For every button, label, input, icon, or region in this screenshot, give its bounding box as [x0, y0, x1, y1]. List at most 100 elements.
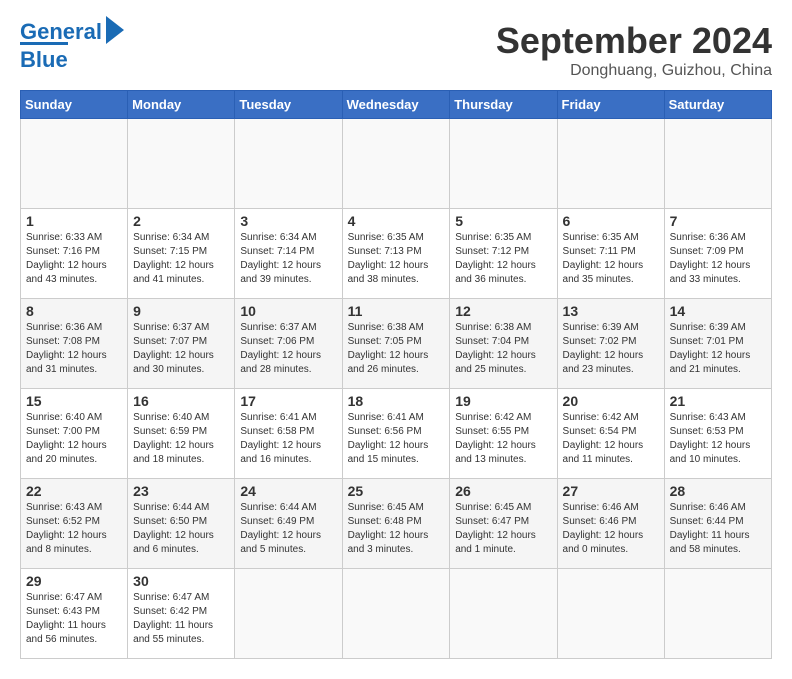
logo: General Blue [20, 20, 124, 73]
calendar-cell [128, 119, 235, 209]
day-info: Sunrise: 6:39 AM Sunset: 7:02 PM Dayligh… [563, 321, 659, 377]
day-info: Sunrise: 6:47 AM Sunset: 6:42 PM Dayligh… [133, 591, 229, 647]
day-number: 2 [133, 213, 229, 229]
calendar-cell: 27 Sunrise: 6:46 AM Sunset: 6:46 PM Dayli… [557, 479, 664, 569]
day-info: Sunrise: 6:36 AM Sunset: 7:09 PM Dayligh… [670, 231, 766, 287]
day-info: Sunrise: 6:36 AM Sunset: 7:08 PM Dayligh… [26, 321, 122, 377]
calendar-cell: 7 Sunrise: 6:36 AM Sunset: 7:09 PM Daylig… [664, 209, 771, 299]
day-number: 11 [348, 303, 445, 319]
logo-blue-text: Blue [20, 42, 68, 73]
day-info: Sunrise: 6:45 AM Sunset: 6:47 PM Dayligh… [455, 501, 551, 557]
logo-text: General [20, 20, 102, 44]
calendar-cell: 1 Sunrise: 6:33 AM Sunset: 7:16 PM Daylig… [21, 209, 128, 299]
calendar-cell: 8Sunrise: 6:36 AM Sunset: 7:08 PM Daylig… [21, 299, 128, 389]
calendar-cell: 20 Sunrise: 6:42 AM Sunset: 6:54 PM Dayli… [557, 389, 664, 479]
calendar-cell [450, 119, 557, 209]
day-number: 20 [563, 393, 659, 409]
calendar-week-row [21, 119, 772, 209]
day-info: Sunrise: 6:41 AM Sunset: 6:56 PM Dayligh… [348, 411, 445, 467]
day-number: 15 [26, 393, 122, 409]
calendar-cell [342, 119, 450, 209]
calendar-cell: 12 Sunrise: 6:38 AM Sunset: 7:04 PM Dayli… [450, 299, 557, 389]
calendar-week-row: 8Sunrise: 6:36 AM Sunset: 7:08 PM Daylig… [21, 299, 772, 389]
col-thursday: Thursday [450, 91, 557, 119]
day-info: Sunrise: 6:39 AM Sunset: 7:01 PM Dayligh… [670, 321, 766, 377]
day-info: Sunrise: 6:41 AM Sunset: 6:58 PM Dayligh… [240, 411, 336, 467]
calendar-cell: 14Sunrise: 6:39 AM Sunset: 7:01 PM Dayli… [664, 299, 771, 389]
calendar-cell [342, 569, 450, 659]
calendar-cell [235, 569, 342, 659]
day-info: Sunrise: 6:37 AM Sunset: 7:06 PM Dayligh… [240, 321, 336, 377]
col-monday: Monday [128, 91, 235, 119]
day-number: 16 [133, 393, 229, 409]
day-number: 1 [26, 213, 122, 229]
calendar-week-row: 29Sunrise: 6:47 AM Sunset: 6:43 PM Dayli… [21, 569, 772, 659]
day-number: 19 [455, 393, 551, 409]
calendar-cell: 17 Sunrise: 6:41 AM Sunset: 6:58 PM Dayli… [235, 389, 342, 479]
calendar-cell: 28 Sunrise: 6:46 AM Sunset: 6:44 PM Dayli… [664, 479, 771, 569]
calendar-cell [557, 569, 664, 659]
day-number: 12 [455, 303, 551, 319]
day-info: Sunrise: 6:47 AM Sunset: 6:43 PM Dayligh… [26, 591, 122, 647]
day-number: 17 [240, 393, 336, 409]
day-info: Sunrise: 6:46 AM Sunset: 6:46 PM Dayligh… [563, 501, 659, 557]
month-title: September 2024 [496, 20, 772, 62]
calendar-cell: 19 Sunrise: 6:42 AM Sunset: 6:55 PM Dayli… [450, 389, 557, 479]
title-area: September 2024 Donghuang, Guizhou, China [496, 20, 772, 80]
day-number: 26 [455, 483, 551, 499]
day-info: Sunrise: 6:46 AM Sunset: 6:44 PM Dayligh… [670, 501, 766, 557]
day-number: 24 [240, 483, 336, 499]
calendar-cell: 2 Sunrise: 6:34 AM Sunset: 7:15 PM Daylig… [128, 209, 235, 299]
day-number: 30 [133, 573, 229, 589]
calendar-cell: 15 Sunrise: 6:40 AM Sunset: 7:00 PM Dayli… [21, 389, 128, 479]
calendar-cell: 4Sunrise: 6:35 AM Sunset: 7:13 PM Daylig… [342, 209, 450, 299]
day-number: 21 [670, 393, 766, 409]
calendar-cell: 26 Sunrise: 6:45 AM Sunset: 6:47 PM Dayli… [450, 479, 557, 569]
day-info: Sunrise: 6:45 AM Sunset: 6:48 PM Dayligh… [348, 501, 445, 557]
page-header: General Blue September 2024 Donghuang, G… [20, 20, 772, 80]
col-saturday: Saturday [664, 91, 771, 119]
calendar-table: Sunday Monday Tuesday Wednesday Thursday… [20, 90, 772, 659]
calendar-cell: 23Sunrise: 6:44 AM Sunset: 6:50 PM Dayli… [128, 479, 235, 569]
calendar-cell [664, 569, 771, 659]
col-sunday: Sunday [21, 91, 128, 119]
calendar-cell: 24 Sunrise: 6:44 AM Sunset: 6:49 PM Dayli… [235, 479, 342, 569]
day-info: Sunrise: 6:33 AM Sunset: 7:16 PM Dayligh… [26, 231, 122, 287]
day-info: Sunrise: 6:40 AM Sunset: 7:00 PM Dayligh… [26, 411, 122, 467]
day-number: 5 [455, 213, 551, 229]
day-number: 23 [133, 483, 229, 499]
calendar-cell [21, 119, 128, 209]
day-number: 28 [670, 483, 766, 499]
day-info: Sunrise: 6:35 AM Sunset: 7:11 PM Dayligh… [563, 231, 659, 287]
calendar-cell [450, 569, 557, 659]
day-number: 22 [26, 483, 122, 499]
calendar-week-row: 15 Sunrise: 6:40 AM Sunset: 7:00 PM Dayli… [21, 389, 772, 479]
col-wednesday: Wednesday [342, 91, 450, 119]
calendar-cell: 18Sunrise: 6:41 AM Sunset: 6:56 PM Dayli… [342, 389, 450, 479]
calendar-cell: 30 Sunrise: 6:47 AM Sunset: 6:42 PM Dayli… [128, 569, 235, 659]
calendar-cell: 9Sunrise: 6:37 AM Sunset: 7:07 PM Daylig… [128, 299, 235, 389]
day-info: Sunrise: 6:44 AM Sunset: 6:49 PM Dayligh… [240, 501, 336, 557]
calendar-cell: 21 Sunrise: 6:43 AM Sunset: 6:53 PM Dayli… [664, 389, 771, 479]
day-info: Sunrise: 6:35 AM Sunset: 7:13 PM Dayligh… [348, 231, 445, 287]
calendar-cell: 6Sunrise: 6:35 AM Sunset: 7:11 PM Daylig… [557, 209, 664, 299]
calendar-cell [235, 119, 342, 209]
day-number: 3 [240, 213, 336, 229]
day-info: Sunrise: 6:43 AM Sunset: 6:53 PM Dayligh… [670, 411, 766, 467]
day-number: 25 [348, 483, 445, 499]
day-info: Sunrise: 6:42 AM Sunset: 6:55 PM Dayligh… [455, 411, 551, 467]
calendar-cell: 25 Sunrise: 6:45 AM Sunset: 6:48 PM Dayli… [342, 479, 450, 569]
calendar-cell: 5 Sunrise: 6:35 AM Sunset: 7:12 PM Daylig… [450, 209, 557, 299]
day-info: Sunrise: 6:34 AM Sunset: 7:15 PM Dayligh… [133, 231, 229, 287]
calendar-cell [664, 119, 771, 209]
calendar-cell: 11Sunrise: 6:38 AM Sunset: 7:05 PM Dayli… [342, 299, 450, 389]
day-info: Sunrise: 6:43 AM Sunset: 6:52 PM Dayligh… [26, 501, 122, 557]
day-info: Sunrise: 6:42 AM Sunset: 6:54 PM Dayligh… [563, 411, 659, 467]
day-number: 27 [563, 483, 659, 499]
day-number: 7 [670, 213, 766, 229]
day-info: Sunrise: 6:35 AM Sunset: 7:12 PM Dayligh… [455, 231, 551, 287]
day-number: 9 [133, 303, 229, 319]
day-info: Sunrise: 6:34 AM Sunset: 7:14 PM Dayligh… [240, 231, 336, 287]
day-info: Sunrise: 6:38 AM Sunset: 7:04 PM Dayligh… [455, 321, 551, 377]
day-info: Sunrise: 6:40 AM Sunset: 6:59 PM Dayligh… [133, 411, 229, 467]
